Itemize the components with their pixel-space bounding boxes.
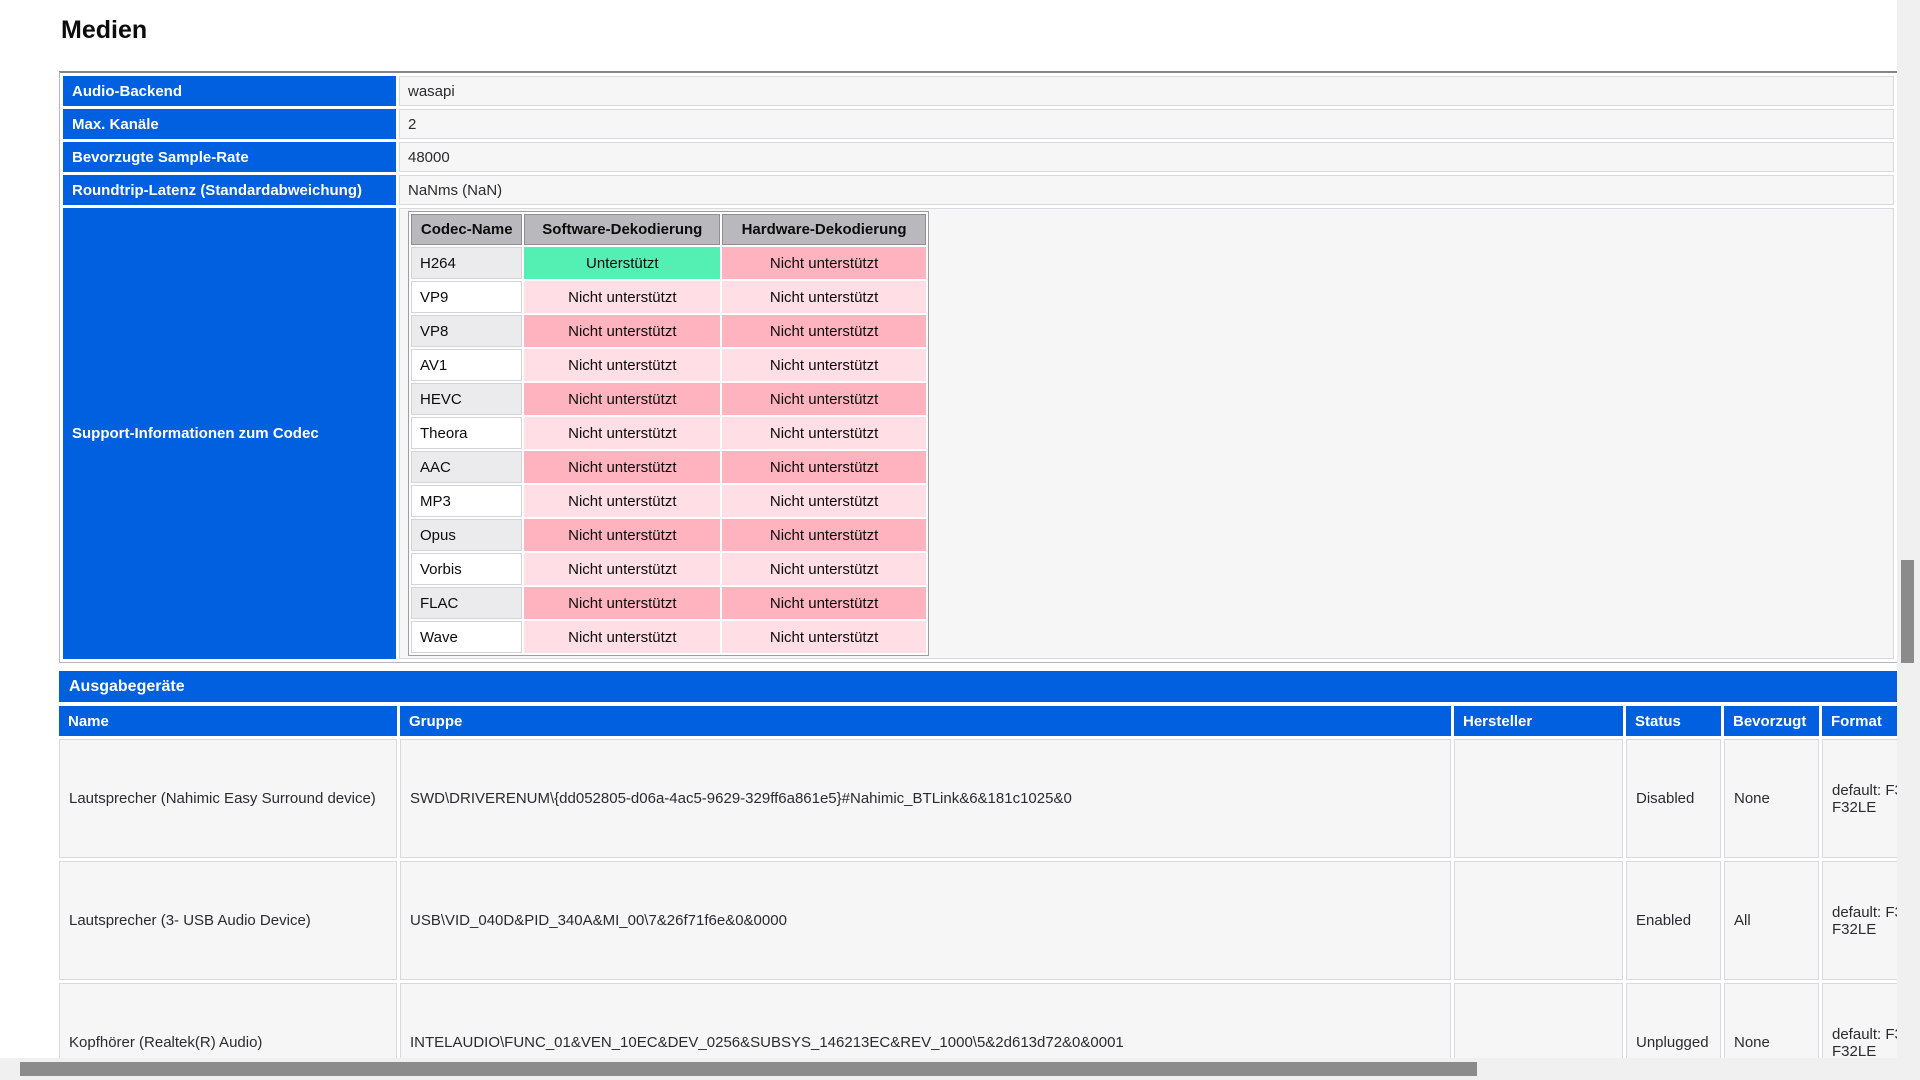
- codec-row: H264UnterstütztNicht unterstützt: [411, 247, 926, 279]
- software-decode-status: Nicht unterstützt: [524, 485, 720, 517]
- software-decode-status: Nicht unterstützt: [524, 553, 720, 585]
- hardware-decode-status: Nicht unterstützt: [722, 519, 926, 551]
- info-label-max-channels: Max. Kanäle: [63, 109, 396, 139]
- codec-name-cell: H264: [411, 247, 522, 279]
- info-row: Audio-Backend wasapi: [63, 76, 1894, 106]
- codec-row: AV1Nicht unterstütztNicht unterstützt: [411, 349, 926, 381]
- codec-support-label: Support-Informationen zum Codec: [63, 208, 396, 659]
- codec-name-cell: FLAC: [411, 587, 522, 619]
- codec-row: VP9Nicht unterstütztNicht unterstützt: [411, 281, 926, 313]
- codec-name-cell: Theora: [411, 417, 522, 449]
- hardware-decode-status: Nicht unterstützt: [722, 315, 926, 347]
- output-devices-table: Name Gruppe Hersteller Status Bevorzugt …: [56, 703, 1920, 1080]
- codec-table-body: H264UnterstütztNicht unterstütztVP9Nicht…: [411, 247, 926, 653]
- page-title: Medien: [61, 16, 147, 45]
- codec-row: OpusNicht unterstütztNicht unterstützt: [411, 519, 926, 551]
- codec-row: WaveNicht unterstütztNicht unterstützt: [411, 621, 926, 653]
- devices-header-row: Name Gruppe Hersteller Status Bevorzugt …: [59, 706, 1920, 736]
- codec-row: VP8Nicht unterstütztNicht unterstützt: [411, 315, 926, 347]
- output-devices-section: Ausgabegeräte Name Gruppe Hersteller Sta…: [59, 671, 1920, 1080]
- hardware-decode-status: Nicht unterstützt: [722, 417, 926, 449]
- devices-header-status: Status: [1626, 706, 1721, 736]
- info-value-audio-backend: wasapi: [399, 76, 1894, 106]
- codec-support-cell: Codec-Name Software-Dekodierung Hardware…: [399, 208, 1894, 659]
- info-value-roundtrip-latency: NaNms (NaN): [399, 175, 1894, 205]
- device-vendor-cell: [1454, 739, 1623, 858]
- horizontal-scrollbar-thumb[interactable]: [20, 1062, 1477, 1076]
- software-decode-status: Nicht unterstützt: [524, 315, 720, 347]
- hardware-decode-status: Nicht unterstützt: [722, 281, 926, 313]
- software-decode-status: Nicht unterstützt: [524, 519, 720, 551]
- codec-row: TheoraNicht unterstütztNicht unterstützt: [411, 417, 926, 449]
- info-row: Roundtrip-Latenz (Standardabweichung) Na…: [63, 175, 1894, 205]
- devices-header-group: Gruppe: [400, 706, 1451, 736]
- devices-header-name: Name: [59, 706, 397, 736]
- device-group-cell: SWD\DRIVERENUM\{dd052805-d06a-4ac5-9629-…: [400, 739, 1451, 858]
- devices-header-vendor: Hersteller: [1454, 706, 1623, 736]
- vertical-scrollbar-thumb[interactable]: [1901, 560, 1914, 663]
- hardware-decode-status: Nicht unterstützt: [722, 621, 926, 653]
- output-devices-section-header: Ausgabegeräte: [59, 671, 1920, 702]
- hardware-decode-status: Nicht unterstützt: [722, 383, 926, 415]
- hardware-decode-status: Nicht unterstützt: [722, 247, 926, 279]
- info-label-roundtrip-latency: Roundtrip-Latenz (Standardabweichung): [63, 175, 396, 205]
- codec-row: VorbisNicht unterstütztNicht unterstützt: [411, 553, 926, 585]
- device-vendor-cell: [1454, 861, 1623, 980]
- codec-row: MP3Nicht unterstütztNicht unterstützt: [411, 485, 926, 517]
- codec-name-cell: Opus: [411, 519, 522, 551]
- codec-name-cell: HEVC: [411, 383, 522, 415]
- device-name-cell: Lautsprecher (3- USB Audio Device): [59, 861, 397, 980]
- devices-table-body: Lautsprecher (Nahimic Easy Surround devi…: [59, 739, 1920, 1080]
- device-row: Lautsprecher (3- USB Audio Device)USB\VI…: [59, 861, 1920, 980]
- software-decode-status: Nicht unterstützt: [524, 349, 720, 381]
- codec-name-cell: AAC: [411, 451, 522, 483]
- software-decode-status: Nicht unterstützt: [524, 417, 720, 449]
- codec-name-cell: AV1: [411, 349, 522, 381]
- codec-header-name: Codec-Name: [411, 214, 522, 245]
- codec-row: FLACNicht unterstütztNicht unterstützt: [411, 587, 926, 619]
- hardware-decode-status: Nicht unterstützt: [722, 485, 926, 517]
- device-status-cell: Enabled: [1626, 861, 1721, 980]
- device-status-cell: Disabled: [1626, 739, 1721, 858]
- software-decode-status: Nicht unterstützt: [524, 621, 720, 653]
- codec-support-row: Support-Informationen zum Codec Codec-Na…: [63, 208, 1894, 659]
- device-row: Lautsprecher (Nahimic Easy Surround devi…: [59, 739, 1920, 858]
- codec-header-software: Software-Dekodierung: [524, 214, 720, 245]
- hardware-decode-status: Nicht unterstützt: [722, 349, 926, 381]
- codec-header-row: Codec-Name Software-Dekodierung Hardware…: [411, 214, 926, 245]
- codec-name-cell: Wave: [411, 621, 522, 653]
- info-label-audio-backend: Audio-Backend: [63, 76, 396, 106]
- info-row: Bevorzugte Sample-Rate 48000: [63, 142, 1894, 172]
- info-row: Max. Kanäle 2: [63, 109, 1894, 139]
- software-decode-status: Nicht unterstützt: [524, 587, 720, 619]
- info-value-max-channels: 2: [399, 109, 1894, 139]
- device-name-cell: Lautsprecher (Nahimic Easy Surround devi…: [59, 739, 397, 858]
- codec-header-hardware: Hardware-Dekodierung: [722, 214, 926, 245]
- vertical-scrollbar-track[interactable]: [1897, 0, 1920, 1080]
- codec-row: AACNicht unterstütztNicht unterstützt: [411, 451, 926, 483]
- software-decode-status: Nicht unterstützt: [524, 281, 720, 313]
- codec-name-cell: VP8: [411, 315, 522, 347]
- software-decode-status: Nicht unterstützt: [524, 451, 720, 483]
- codec-name-cell: VP9: [411, 281, 522, 313]
- info-label-sample-rate: Bevorzugte Sample-Rate: [63, 142, 396, 172]
- device-group-cell: USB\VID_040D&PID_340A&MI_00\7&26f71f6e&0…: [400, 861, 1451, 980]
- hardware-decode-status: Nicht unterstützt: [722, 587, 926, 619]
- hardware-decode-status: Nicht unterstützt: [722, 553, 926, 585]
- software-decode-status: Unterstützt: [524, 247, 720, 279]
- codec-name-cell: MP3: [411, 485, 522, 517]
- media-info-table: Audio-Backend wasapi Max. Kanäle 2 Bevor…: [60, 73, 1897, 662]
- codec-name-cell: Vorbis: [411, 553, 522, 585]
- info-value-sample-rate: 48000: [399, 142, 1894, 172]
- software-decode-status: Nicht unterstützt: [524, 383, 720, 415]
- codec-table: Codec-Name Software-Dekodierung Hardware…: [408, 211, 929, 656]
- media-info-table-container: Audio-Backend wasapi Max. Kanäle 2 Bevor…: [59, 71, 1898, 663]
- devices-header-preferred: Bevorzugt: [1724, 706, 1819, 736]
- hardware-decode-status: Nicht unterstützt: [722, 451, 926, 483]
- device-preferred-cell: None: [1724, 739, 1819, 858]
- codec-row: HEVCNicht unterstütztNicht unterstützt: [411, 383, 926, 415]
- device-preferred-cell: All: [1724, 861, 1819, 980]
